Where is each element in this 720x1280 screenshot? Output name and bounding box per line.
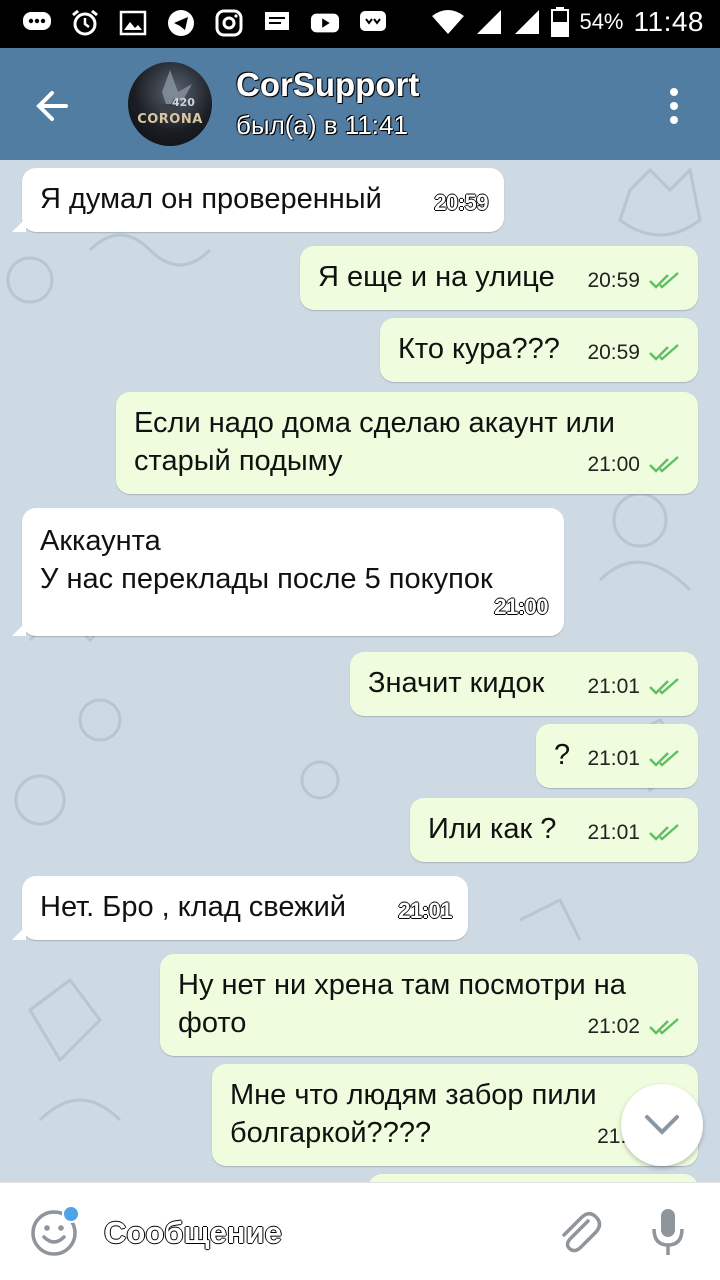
message-time: 21:01 bbox=[587, 821, 640, 844]
double-check-icon bbox=[649, 344, 679, 361]
double-check-icon bbox=[649, 272, 679, 289]
message-incoming[interactable]: Аккаунта У нас переклады после 5 покупок… bbox=[12, 508, 564, 636]
message-time: 20:59 bbox=[587, 269, 640, 292]
message-outgoing[interactable]: Я еще и на улице 20:59 bbox=[300, 246, 698, 310]
scroll-down-button[interactable] bbox=[621, 1084, 703, 1166]
message-time: 20:59 bbox=[587, 341, 640, 364]
message-time: 21:02 bbox=[587, 1015, 640, 1038]
more-menu-button[interactable] bbox=[664, 84, 684, 128]
chat-title[interactable]: CorSupport bbox=[236, 66, 419, 104]
message-text: Аккаунта У нас переклады после 5 покупок bbox=[40, 525, 493, 595]
message-time: 21:00 bbox=[587, 453, 640, 476]
microphone-button[interactable] bbox=[650, 1207, 686, 1259]
message-time: 21:01 bbox=[587, 747, 640, 770]
message-input[interactable] bbox=[104, 1211, 524, 1255]
message-incoming[interactable]: Я думал он проверенный 20:59 bbox=[12, 168, 504, 232]
avatar[interactable]: 420 CORONA bbox=[128, 62, 212, 146]
message-outgoing[interactable]: ? 21:01 bbox=[536, 724, 698, 788]
message-outgoing[interactable]: Значит кидок 21:01 bbox=[350, 652, 698, 716]
composer bbox=[0, 1182, 720, 1280]
paperclip-icon bbox=[562, 1212, 602, 1253]
last-seen-status: был(а) в 11:41 bbox=[236, 110, 408, 140]
arrow-left-icon bbox=[36, 91, 68, 121]
message-outgoing[interactable]: Ну нет ни хрена там посмотри на фото 21:… bbox=[160, 954, 698, 1056]
alarm-icon bbox=[70, 8, 100, 38]
double-check-icon bbox=[649, 678, 679, 695]
message-time: 21:01 bbox=[398, 898, 452, 923]
youtube-icon bbox=[310, 8, 340, 38]
signal-icon bbox=[477, 10, 502, 34]
more-vertical-icon bbox=[670, 88, 678, 96]
telegram-icon bbox=[166, 8, 196, 38]
attach-button[interactable] bbox=[554, 1207, 604, 1257]
chevron-down-icon bbox=[645, 1115, 679, 1135]
image-icon bbox=[118, 8, 148, 38]
message-time: 21:01 bbox=[587, 675, 640, 698]
double-check-icon bbox=[649, 824, 679, 841]
avatar-number: 420 bbox=[172, 96, 195, 109]
message-outgoing-partial[interactable] bbox=[368, 1174, 698, 1182]
message-time: 21:00 bbox=[494, 594, 548, 619]
chat-header: 420 CORONA CorSupport был(а) в 11:41 bbox=[0, 48, 720, 160]
message-incoming[interactable]: Нет. Бро , клад свежий 21:01 bbox=[12, 876, 468, 940]
avatar-text: CORONA bbox=[137, 112, 203, 127]
clock: 11:48 bbox=[633, 6, 704, 37]
message-time: 20:59 bbox=[434, 190, 488, 215]
message-text: Нет. Бро , клад свежий bbox=[40, 891, 346, 923]
back-button[interactable] bbox=[30, 84, 74, 128]
microphone-icon bbox=[652, 1209, 684, 1255]
message-icon bbox=[262, 8, 292, 38]
double-check-icon bbox=[649, 456, 679, 473]
chat-bubble-icon bbox=[22, 8, 52, 38]
battery-percent: 54% bbox=[579, 9, 624, 34]
notification-icons bbox=[22, 8, 388, 38]
battery-icon bbox=[551, 7, 570, 37]
status-bar: 54% 11:48 bbox=[0, 0, 720, 48]
message-text: Я думал он проверенный bbox=[40, 183, 382, 215]
notification-dot bbox=[62, 1205, 80, 1223]
message-outgoing[interactable]: Если надо дома сделаю акаунт или старый … bbox=[116, 392, 698, 494]
status-right: 54% 11:48 bbox=[431, 6, 704, 38]
instagram-icon bbox=[214, 8, 244, 38]
double-check-icon bbox=[649, 1018, 679, 1035]
wifi-icon bbox=[432, 10, 465, 34]
message-outgoing[interactable]: Или как ? 21:01 bbox=[410, 798, 698, 862]
vk-icon bbox=[358, 8, 388, 38]
message-list[interactable]: Я думал он проверенный 20:59 Я еще и на … bbox=[0, 160, 720, 1182]
double-check-icon bbox=[649, 750, 679, 767]
signal-icon bbox=[515, 10, 540, 34]
message-outgoing[interactable]: Кто кура??? 20:59 bbox=[380, 318, 698, 382]
